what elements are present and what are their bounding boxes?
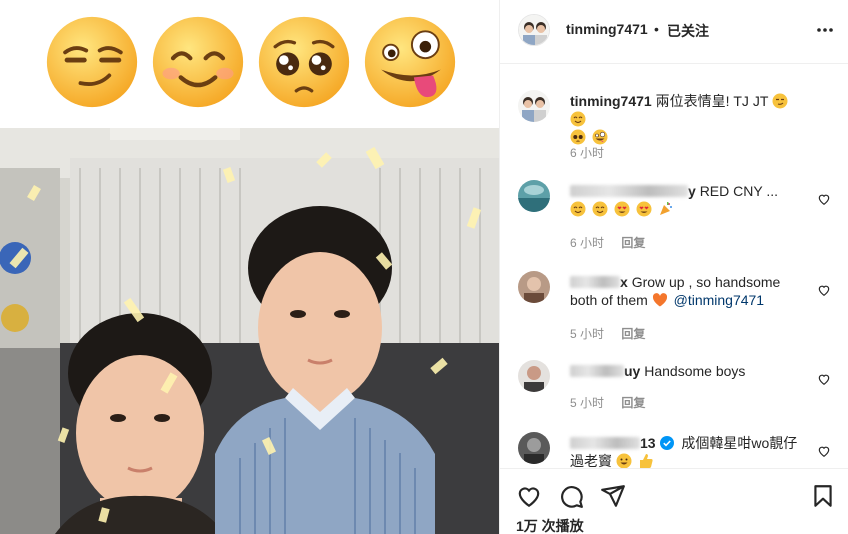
commenter-username[interactable]: x xyxy=(570,274,628,290)
caption-username[interactable]: tinming7471 xyxy=(570,93,652,109)
zany-face-emoji xyxy=(364,16,456,108)
comment-time[interactable]: 6 小时 xyxy=(570,236,604,250)
party-popper-icon xyxy=(659,202,672,215)
commenter-avatar[interactable] xyxy=(518,432,550,464)
author-avatar[interactable] xyxy=(518,14,550,46)
smiling-face-icon xyxy=(570,111,586,127)
smiling-face-icon xyxy=(592,201,608,217)
smiling-face-icon xyxy=(570,201,586,217)
header-separator: • xyxy=(654,21,659,37)
pleading-face-icon xyxy=(570,129,586,145)
orange-heart-icon xyxy=(652,293,667,307)
post-header: tinming7471 • 已关注 xyxy=(500,0,848,64)
bookmark-icon[interactable] xyxy=(810,483,836,509)
heart-icon[interactable] xyxy=(516,483,542,509)
smiling-face-emoji xyxy=(152,16,244,108)
video-still-image xyxy=(0,128,499,534)
like-comment-heart-icon[interactable] xyxy=(817,372,831,386)
post-media[interactable] xyxy=(0,0,499,534)
smirking-face-emoji xyxy=(46,16,138,108)
view-count[interactable]: 1万 次播放 xyxy=(516,516,584,534)
verified-badge-icon xyxy=(660,436,675,450)
commenter-avatar[interactable] xyxy=(518,360,550,392)
thumbs-up-icon xyxy=(639,454,653,468)
share-icon[interactable] xyxy=(600,483,626,509)
more-horizontal-icon[interactable] xyxy=(815,20,835,40)
smirking-face-icon xyxy=(772,93,788,109)
like-comment-heart-icon[interactable] xyxy=(817,444,831,458)
commenter-avatar[interactable] xyxy=(518,180,550,212)
comment-text: RED CNY ... xyxy=(699,183,778,199)
reply-button[interactable]: 回复 xyxy=(621,396,645,410)
post-detail-panel: tinming7471 • 已关注 tinming7471 兩位表情皇! TJ … xyxy=(499,0,848,534)
caption-time[interactable]: 6 小时 xyxy=(570,146,604,160)
comment-icon[interactable] xyxy=(558,483,584,509)
comment-time[interactable]: 5 小时 xyxy=(570,396,604,410)
heart-eyes-face-icon xyxy=(636,201,652,217)
grinning-face-icon xyxy=(616,453,632,468)
following-button[interactable]: 已关注 xyxy=(667,21,709,41)
pleading-face-emoji xyxy=(258,16,350,108)
like-comment-heart-icon[interactable] xyxy=(817,192,831,206)
caption-avatar[interactable] xyxy=(518,90,550,122)
reply-button[interactable]: 回复 xyxy=(621,236,645,250)
video-frame[interactable] xyxy=(0,128,499,534)
zany-face-icon xyxy=(592,129,608,145)
caption-text: 兩位表情皇! TJ JT xyxy=(655,93,769,109)
commenter-username[interactable]: 13 xyxy=(570,435,656,451)
like-comment-heart-icon[interactable] xyxy=(817,283,831,297)
heart-eyes-face-icon xyxy=(614,201,630,217)
author-username[interactable]: tinming7471 xyxy=(566,21,648,37)
commenter-username[interactable]: y xyxy=(570,183,696,199)
comment-text: Handsome boys xyxy=(644,363,746,379)
comments-list[interactable]: tinming7471 兩位表情皇! TJ JT 6 小时 y RED CNY … xyxy=(500,66,848,468)
commenter-username[interactable]: uy xyxy=(570,363,640,379)
mention-link[interactable]: @tinming7471 xyxy=(674,292,765,308)
emoji-strip xyxy=(44,14,458,110)
post-actions-bar: 1万 次播放 xyxy=(500,468,848,534)
comment-time[interactable]: 5 小时 xyxy=(570,327,604,341)
reply-button[interactable]: 回复 xyxy=(621,327,645,341)
commenter-avatar[interactable] xyxy=(518,271,550,303)
